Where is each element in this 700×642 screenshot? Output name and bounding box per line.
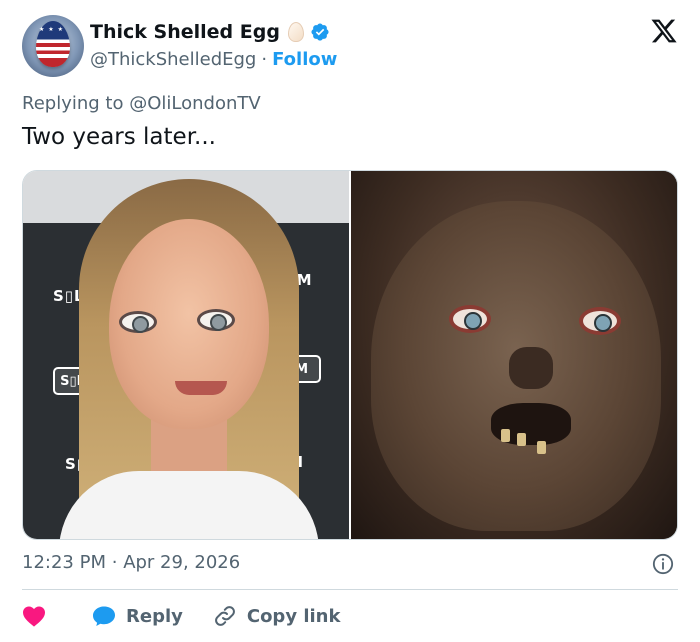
divider (22, 589, 678, 590)
follow-link[interactable]: Follow (272, 49, 337, 70)
cryptkeeper-tooth (517, 433, 526, 446)
media-image-right[interactable] (351, 171, 677, 539)
portrait-eye-right (197, 309, 235, 331)
author-handle-row: @ThickShelledEgg · Follow (90, 49, 337, 70)
copy-link-label: Copy link (246, 605, 341, 627)
author-display-name[interactable]: Thick Shelled Egg (90, 21, 280, 43)
replying-mention-link[interactable]: @OliLondonTV (129, 93, 260, 114)
x-logo-icon[interactable] (650, 17, 678, 45)
tweet-timestamp[interactable]: 12:23 PM · Apr 29, 2026 (22, 552, 240, 573)
replying-to-line: Replying to @OliLondonTV (22, 93, 261, 114)
avatar[interactable] (22, 15, 84, 77)
tweet-date: Apr 29, 2026 (123, 552, 241, 573)
cryptkeeper-tooth (537, 441, 546, 454)
tweet-text: Two years later... (22, 124, 216, 150)
author-handle[interactable]: @ThickShelledEgg (90, 49, 256, 70)
reply-label: Reply (126, 605, 183, 627)
cryptkeeper-eye-right (579, 307, 621, 335)
handle-separator: · (261, 49, 268, 70)
heart-icon[interactable] (22, 605, 46, 627)
media-image-left[interactable]: S▯LN S▯LM S▯LM ▯FILM ILM ILM (23, 171, 349, 539)
verified-badge-icon (311, 23, 329, 41)
timestamp-separator: · (111, 552, 118, 573)
cryptkeeper-nose (509, 347, 553, 389)
cryptkeeper-tooth (501, 429, 510, 442)
cryptkeeper-eye-left (449, 305, 491, 333)
tweet-time: 12:23 PM (22, 552, 106, 573)
tweet-actions: Reply Copy link (22, 602, 340, 630)
tweet-media[interactable]: S▯LN S▯LM S▯LM ▯FILM ILM ILM (22, 170, 678, 540)
reply-icon (93, 606, 115, 626)
avatar-egg-image (36, 21, 70, 67)
portrait-eye-left (119, 311, 157, 333)
author-name-row: Thick Shelled Egg (90, 21, 330, 43)
link-icon (214, 606, 235, 626)
reply-button[interactable]: Reply (92, 605, 183, 627)
info-icon[interactable] (652, 553, 674, 575)
egg-emoji-icon (287, 22, 304, 42)
copy-link-button[interactable]: Copy link (213, 604, 341, 628)
replying-prefix: Replying to (22, 93, 124, 114)
portrait-mouth (175, 381, 227, 395)
